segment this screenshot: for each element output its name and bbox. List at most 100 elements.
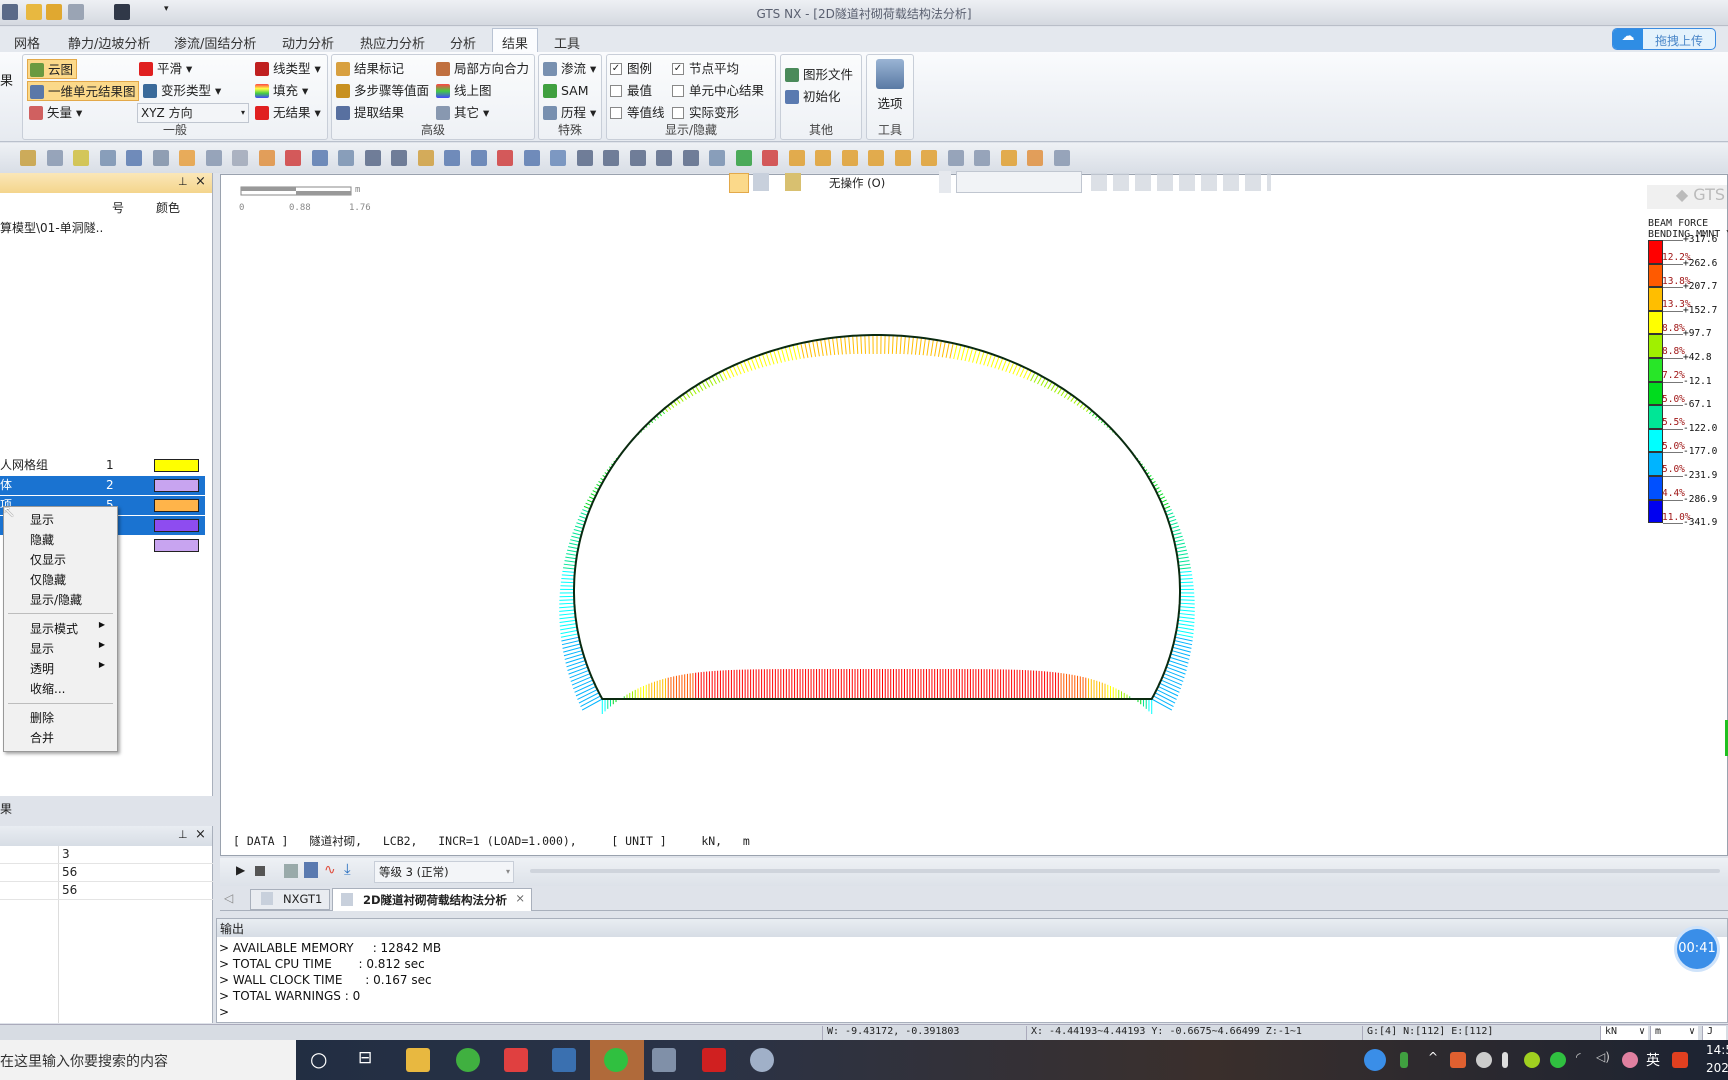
toolbar-button-icon[interactable]: [46, 150, 63, 166]
toolbar-button-icon[interactable]: [921, 150, 937, 166]
level-select[interactable]: 等级 3 (正常) ▾: [374, 861, 514, 883]
context-menu-item[interactable]: 显示: [30, 511, 115, 528]
color-swatch[interactable]: [154, 499, 199, 512]
force-unit-select[interactable]: kN ∨: [1600, 1026, 1648, 1040]
toolbar-button-icon[interactable]: [682, 150, 699, 166]
task-view-icon[interactable]: ⊟: [358, 1048, 372, 1068]
calculator-icon[interactable]: [652, 1048, 676, 1072]
checkbox-contour-lines[interactable]: 等值线: [607, 103, 665, 123]
toolbar-button-icon[interactable]: [815, 150, 831, 166]
wechat-tray-icon[interactable]: [1550, 1052, 1566, 1068]
ime-indicator[interactable]: 英: [1646, 1050, 1660, 1070]
toolbar-button-icon[interactable]: [841, 150, 858, 166]
tab-analysis[interactable]: 分析: [444, 31, 482, 54]
property-row[interactable]: 56: [0, 882, 213, 900]
options-button[interactable]: 选项: [875, 59, 905, 119]
tab-seepage[interactable]: 渗流/固结分析: [168, 31, 262, 54]
stop-icon[interactable]: [255, 866, 265, 876]
context-menu-item[interactable]: 透明 ▶: [30, 660, 115, 677]
toolbar-button-icon[interactable]: [470, 150, 487, 166]
clock-date[interactable]: 202: [1706, 1061, 1728, 1075]
color-swatch[interactable]: [154, 539, 199, 552]
mesh-group-row[interactable]: 人网格组 1: [0, 456, 205, 475]
animation-slider[interactable]: [530, 869, 1720, 873]
checkbox-node-average[interactable]: ✓ 节点平均: [669, 59, 739, 79]
taskbar-search[interactable]: 在这里输入你要搜索的内容: [0, 1040, 296, 1080]
toolbar-button-icon[interactable]: [603, 150, 619, 166]
pick-icon[interactable]: [753, 173, 769, 191]
checkbox-extremes[interactable]: 最值: [607, 81, 652, 101]
record-icon[interactable]: [304, 862, 318, 878]
color-swatch[interactable]: [154, 479, 199, 492]
toolbar-button-icon[interactable]: [152, 150, 169, 166]
toolbar-button-icon[interactable]: [179, 150, 195, 166]
upload-button[interactable]: ☁ 拖拽上传: [1612, 28, 1716, 50]
tree-root-item[interactable]: 算模型\01-单洞隧..: [0, 219, 103, 236]
property-row[interactable]: 56: [0, 864, 213, 882]
context-menu-item[interactable]: 仅隐藏: [30, 571, 115, 588]
tray-flower-icon[interactable]: [1622, 1052, 1638, 1068]
dropdown-arrow-icon[interactable]: [939, 171, 951, 193]
microphone-icon[interactable]: [1502, 1052, 1508, 1068]
autocad-icon[interactable]: [702, 1048, 726, 1072]
toolbar-button-icon[interactable]: [629, 150, 646, 166]
toolbar-button-icon[interactable]: [391, 150, 407, 166]
model-viewport[interactable]: m 0 0.88 1.76 无操作 (O) ◆ GTS BEAM FORCE B…: [220, 171, 1728, 856]
gts-nx-icon[interactable]: [504, 1048, 528, 1072]
close-tab-icon[interactable]: ×: [515, 891, 525, 905]
line-type-button[interactable]: 线类型 ▾: [253, 59, 321, 79]
tab-tunnel-analysis[interactable]: 2D隧道衬砌荷载结构法分析 ×: [332, 888, 532, 911]
extract-result-button[interactable]: 提取结果: [334, 103, 404, 123]
toolbar-button-icon[interactable]: [444, 150, 460, 166]
context-menu-item[interactable]: 仅显示: [30, 551, 115, 568]
checkbox-actual-deform[interactable]: 实际变形: [669, 103, 739, 123]
history-button[interactable]: 历程 ▾: [541, 103, 596, 123]
color-swatch[interactable]: [154, 519, 199, 532]
paint-icon[interactable]: [750, 1048, 774, 1072]
beam-result-button[interactable]: 一维单元结果图: [27, 81, 139, 101]
fill-button[interactable]: 填充 ▾: [253, 81, 308, 101]
selection-tools[interactable]: [1091, 173, 1271, 191]
close-icon[interactable]: ×: [195, 827, 206, 842]
filter-select[interactable]: [956, 171, 1082, 193]
tab-tools[interactable]: 工具: [548, 31, 586, 54]
toolbar-button-icon[interactable]: [338, 150, 354, 166]
pin-icon[interactable]: ⊥: [178, 175, 188, 188]
toolbar-button-icon[interactable]: [709, 150, 725, 166]
length-unit-select[interactable]: m ∨: [1650, 1026, 1698, 1040]
toolbar-button-icon[interactable]: [232, 150, 248, 166]
tab-static[interactable]: 静力/边坡分析: [62, 31, 156, 54]
toolbar-button-icon[interactable]: [1000, 150, 1017, 166]
tray-app-icon[interactable]: [1450, 1052, 1466, 1068]
context-menu-item[interactable]: 显示/隐藏: [30, 591, 115, 608]
tab-nxgt1[interactable]: NXGT1: [250, 889, 330, 910]
context-menu-item[interactable]: 收缩...: [30, 680, 115, 697]
toolbar-button-icon[interactable]: [73, 150, 89, 166]
toolbar-button-icon[interactable]: [974, 150, 990, 166]
toolbar-button-icon[interactable]: [947, 150, 964, 166]
other-button[interactable]: 其它 ▾: [434, 103, 489, 123]
seepage-button[interactable]: 渗流 ▾: [541, 59, 596, 79]
property-row[interactable]: 3: [0, 846, 213, 864]
wechat-icon[interactable]: [604, 1048, 628, 1072]
toolbar-button-icon[interactable]: [868, 150, 884, 166]
file-explorer-icon[interactable]: [406, 1048, 430, 1072]
direction-select[interactable]: XYZ 方向 ▾: [137, 103, 249, 123]
tray-plus-icon[interactable]: [1524, 1052, 1540, 1068]
save-anim-icon[interactable]: [284, 864, 298, 878]
cloud-tray-icon[interactable]: [1476, 1052, 1492, 1068]
cortana-icon[interactable]: ○: [310, 1047, 327, 1071]
contour-button[interactable]: 云图: [27, 59, 77, 79]
volume-icon[interactable]: ◁): [1596, 1050, 1610, 1064]
toolbar-button-icon[interactable]: [258, 150, 275, 166]
checkbox-element-center[interactable]: 单元中心结果: [669, 81, 764, 101]
toolbar-button-icon[interactable]: [788, 150, 805, 166]
download-icon[interactable]: ⤓: [344, 860, 351, 878]
toolbar-button-icon[interactable]: [1053, 150, 1070, 166]
tab-scroll-left-icon[interactable]: ◁: [224, 891, 233, 905]
toolbar-button-icon[interactable]: [735, 150, 752, 166]
tab-thermal[interactable]: 热应力分析: [354, 31, 431, 54]
toolbar-button-icon[interactable]: [126, 150, 142, 166]
toolbar-button-icon[interactable]: [894, 150, 911, 166]
operation-select[interactable]: 无操作 (O): [829, 175, 885, 191]
